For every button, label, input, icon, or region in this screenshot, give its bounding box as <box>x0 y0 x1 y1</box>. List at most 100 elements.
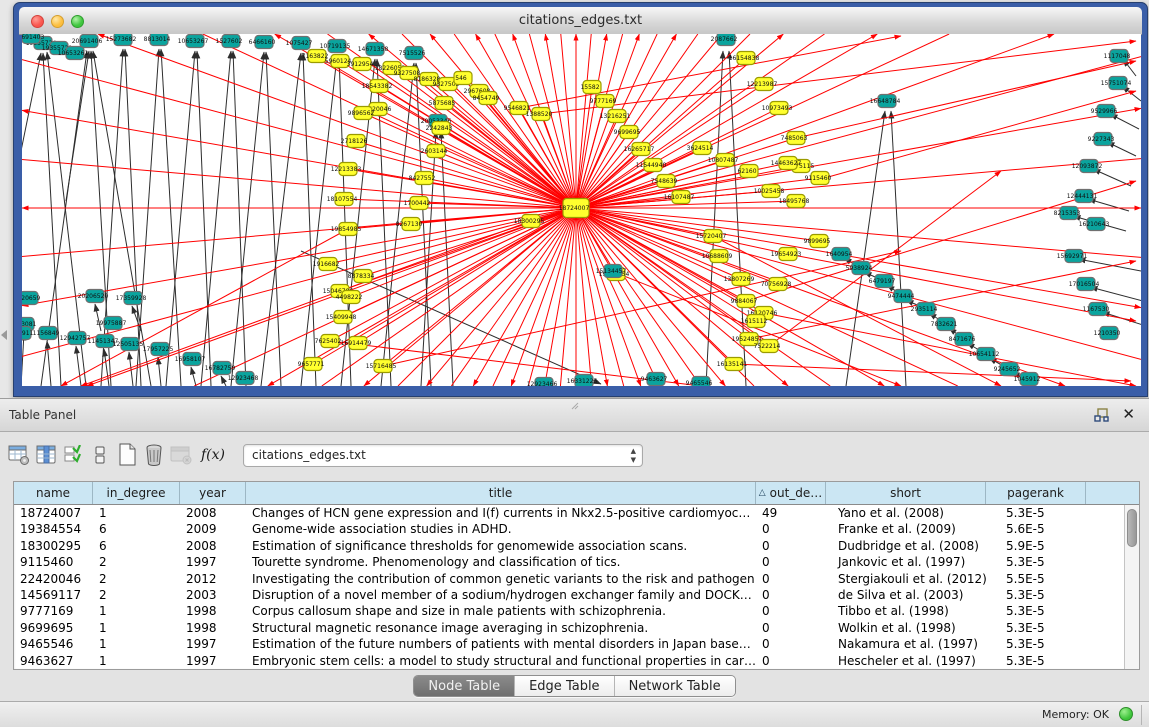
graph-node-label: 10973493 <box>762 105 793 112</box>
table-row[interactable]: 969969511998Structural magnetic resonanc… <box>14 620 1124 636</box>
network-window-titlebar[interactable]: citations_edges.txt <box>19 7 1142 35</box>
cell-short: Franke et al. (2009) <box>826 521 986 537</box>
graph-node-label: 19524851 <box>732 336 763 343</box>
graph-edge <box>201 51 231 386</box>
graph-node-label: 9463627 <box>641 376 668 383</box>
delete-column-button[interactable] <box>141 442 167 468</box>
graph-node-label: 11544940 <box>636 162 667 169</box>
table-row[interactable]: 1938455462009Genome-wide association stu… <box>14 521 1124 537</box>
table-row[interactable]: 911546021997Tourette syndrome. Phenomeno… <box>14 554 1124 570</box>
delete-table-button[interactable] <box>168 442 194 468</box>
cell-title: Corpus callosum shape and size in male p… <box>246 603 756 619</box>
cell-outde: 0 <box>756 603 826 619</box>
graph-node-label: 7485063 <box>781 135 808 142</box>
combo-stepper-icon: ▲▼ <box>631 447 636 465</box>
graph-node-label: 16914479 <box>341 340 372 347</box>
divider-grip-icon[interactable] <box>571 402 579 410</box>
cell-year: 2008 <box>180 505 246 521</box>
graph-node-label: 9465546 <box>686 380 713 386</box>
graph-node-label: 1075427 <box>286 40 313 47</box>
float-panel-icon[interactable] <box>1094 408 1109 423</box>
cell-outde: 49 <box>756 505 826 521</box>
table-row[interactable]: 1872400712008Changes of HCN gene express… <box>14 505 1124 521</box>
graph-node-label: 9529966 <box>1091 108 1118 115</box>
graph-node-label: 5875685 <box>429 100 456 107</box>
graph-node-label: 16107487 <box>664 194 695 201</box>
graph-edge <box>796 61 1136 138</box>
cell-title: Estimation of significance thresholds fo… <box>246 538 756 554</box>
cell-indegree: 2 <box>93 571 180 587</box>
cell-year: 1997 <box>180 636 246 652</box>
panel-collapse-arrow-icon[interactable] <box>1 330 7 340</box>
column-header-pagerank[interactable]: pagerank <box>986 482 1086 504</box>
table-row[interactable]: 1830029562008Estimation of significance … <box>14 538 1124 554</box>
network-canvas[interactable]: 1935572420691406152736828813014106532671… <box>22 34 1141 386</box>
graph-node-label: 10807487 <box>708 157 739 164</box>
graph-node-label: 7625402 <box>315 338 342 345</box>
tab-edge-table[interactable]: Edge Table <box>515 676 614 696</box>
table-options-button[interactable] <box>6 442 32 468</box>
graph-node-label: 8878334 <box>348 273 375 280</box>
graph-node-label: 9896562 <box>348 110 375 117</box>
cell-year: 1997 <box>180 653 246 669</box>
graph-node-label: 8454749 <box>473 95 500 102</box>
graph-node-label: 9699695 <box>614 129 641 136</box>
table-row[interactable]: 977716911998Corpus callosum shape and si… <box>14 603 1124 619</box>
table-row[interactable]: 946362711997Embryonic stem cells: a mode… <box>14 653 1124 669</box>
close-panel-icon[interactable]: ✕ <box>1122 406 1135 423</box>
table-panel-header: Table Panel ✕ <box>0 398 1149 432</box>
graph-edge <box>233 51 246 386</box>
graph-node-label: 1640954 <box>826 251 853 258</box>
memory-ok-icon[interactable] <box>1119 707 1133 721</box>
graph-node-label: 12505135 <box>113 341 144 348</box>
citation-graph[interactable]: 1935572420691406152736828813014106532671… <box>22 34 1141 386</box>
graph-node-label: 20691406 <box>72 38 103 45</box>
column-header-outde[interactable]: △out_de… <box>756 482 826 504</box>
row-height-button[interactable] <box>87 442 113 468</box>
column-header-short[interactable]: short <box>826 482 986 504</box>
cell-title: Structural magnetic resonance image aver… <box>246 620 756 636</box>
graph-edge <box>104 349 109 386</box>
status-separator <box>1141 705 1142 725</box>
column-header-year[interactable]: year <box>180 482 246 504</box>
cell-outde: 0 <box>756 620 826 636</box>
table-row[interactable]: 946554611997Estimation of the future num… <box>14 636 1124 652</box>
graph-node-label: 13216251 <box>600 113 631 120</box>
cell-pagerank: 5.3E-5 <box>986 636 1086 652</box>
scrollbar-thumb[interactable] <box>1127 509 1137 547</box>
network-view-frame[interactable]: citations_edges.txt 19355724206914061527… <box>13 2 1148 397</box>
column-header-title[interactable]: title <box>246 482 756 504</box>
graph-edge <box>734 364 1131 381</box>
vertical-scrollbar[interactable] <box>1124 505 1139 669</box>
table-row[interactable]: 1456911722003Disruption of a novel membe… <box>14 587 1124 603</box>
cell-short: Hescheler et al. (1997) <box>826 653 986 669</box>
graph-node-label: 12444131 <box>1067 193 1098 200</box>
graph-edge <box>576 208 756 321</box>
column-header-name[interactable]: name <box>14 482 93 504</box>
graph-node-label: 2935114 <box>911 306 938 313</box>
graph-node-label: 19654923 <box>771 251 802 258</box>
sort-ascending-icon: △ <box>759 488 766 498</box>
tab-node-table[interactable]: Node Table <box>414 676 515 696</box>
graph-node-label: 1916682 <box>313 261 340 268</box>
cell-pagerank: 5.3E-5 <box>986 603 1086 619</box>
function-builder-button[interactable]: f(x) <box>201 447 225 463</box>
new-document-icon <box>117 443 137 467</box>
table-source-value: citations_edges.txt <box>252 448 366 462</box>
column-header-label: short <box>890 486 921 500</box>
table-source-select[interactable]: citations_edges.txt ▲▼ <box>243 444 643 467</box>
cell-name: 9115460 <box>14 554 93 570</box>
cell-indegree: 1 <box>93 620 180 636</box>
select-columns-button[interactable] <box>33 442 59 468</box>
cell-pagerank: 5.3E-5 <box>986 554 1086 570</box>
cell-title: Estimation of the future numbers of pati… <box>246 636 756 652</box>
graph-node-label: 6479197 <box>869 278 896 285</box>
new-table-button[interactable] <box>114 442 140 468</box>
table-row[interactable]: 2242004622012Investigating the contribut… <box>14 571 1124 587</box>
tab-network-table[interactable]: Network Table <box>615 676 735 696</box>
graph-node-label: 16210643 <box>1079 221 1110 228</box>
graph-edge <box>76 346 81 386</box>
column-header-indegree[interactable]: in_degree <box>93 482 180 504</box>
graph-node-label: 7832621 <box>931 321 958 328</box>
select-rows-button[interactable] <box>60 442 86 468</box>
